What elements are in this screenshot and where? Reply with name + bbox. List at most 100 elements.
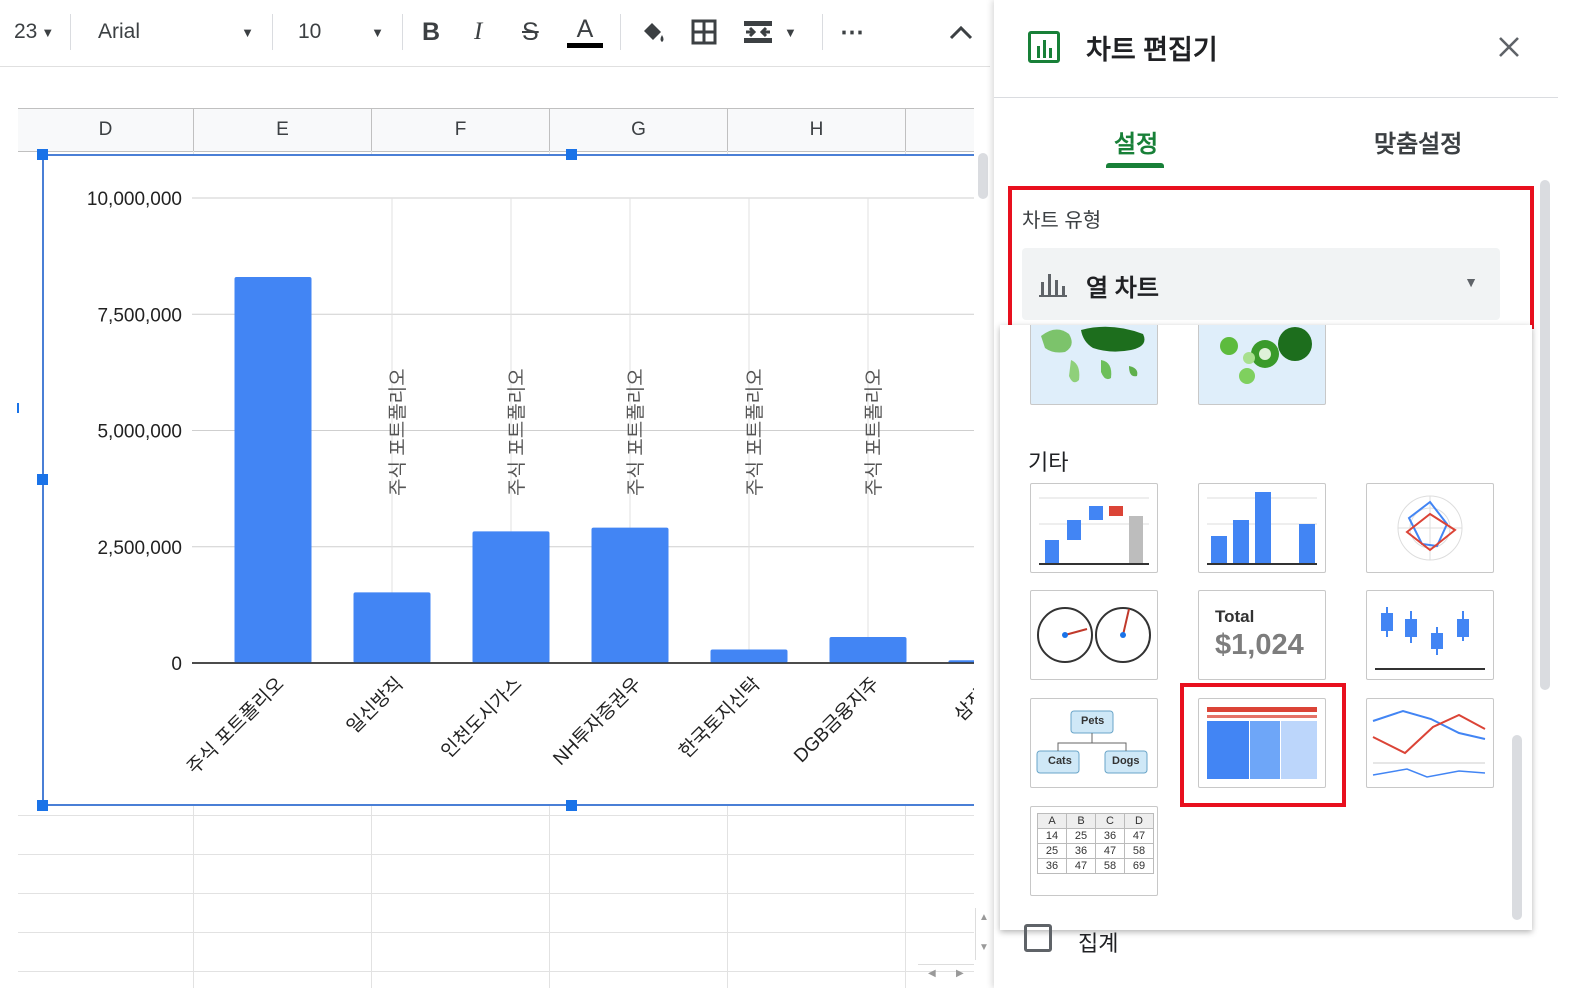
divider (402, 14, 403, 50)
fill-color-button[interactable] (638, 10, 668, 54)
column-header-f[interactable]: F (372, 109, 550, 151)
aggregate-label: 집계 (1078, 931, 1119, 956)
table-cell: 36 (1066, 843, 1096, 859)
org-chart-option[interactable]: Pets Cats Dogs (1030, 698, 1158, 788)
resize-handle[interactable] (37, 800, 48, 811)
divider (822, 14, 823, 50)
column-header-i[interactable] (906, 109, 974, 151)
resize-handle[interactable] (566, 149, 577, 160)
table-cell: 47 (1124, 828, 1154, 844)
waterfall-chart-icon (1039, 497, 1149, 565)
chevron-down-icon: ▼ (371, 24, 384, 40)
table-chart-option[interactable]: A B C D 14 25 36 47 25 36 47 58 36 47 58… (1030, 806, 1158, 896)
active-tab-indicator (1106, 163, 1164, 168)
table-cell: 47 (1095, 843, 1125, 859)
strikethrough-button[interactable]: S (522, 10, 539, 54)
scroll-up-icon[interactable]: ▲ (979, 912, 989, 923)
panel-scrollbar-thumb[interactable] (1540, 180, 1550, 690)
table-cell: 69 (1124, 858, 1154, 874)
candlestick-chart-icon (1375, 607, 1485, 670)
bar (472, 531, 550, 663)
table-cell: C (1095, 813, 1125, 829)
histogram-chart-option[interactable] (1198, 483, 1326, 573)
radar-chart-option[interactable] (1366, 483, 1494, 573)
font-family-dropdown[interactable]: Arial ▼ (98, 10, 258, 54)
y-tick-label: 2,500,000 (97, 538, 182, 559)
text-color-swatch (567, 42, 603, 48)
annotation-label: 주식 포트폴리오 (625, 368, 647, 496)
scroll-left-icon[interactable]: ◀ (928, 968, 936, 979)
scrollbar-thumb[interactable] (978, 153, 988, 199)
annotation-label: 주식 포트폴리오 (863, 368, 885, 496)
divider (994, 97, 1558, 98)
table-cell: 47 (1066, 858, 1096, 874)
gauge-chart-option[interactable] (1030, 590, 1158, 680)
italic-button[interactable]: I (474, 10, 482, 54)
bold-button[interactable]: B (422, 10, 440, 54)
column-chart[interactable]: 10,000,000 7,500,000 5,000,000 2,500,000 0 주식… (42, 154, 974, 806)
borders-icon (691, 19, 717, 45)
tab-setup[interactable]: 설정 (1114, 124, 1158, 159)
row-marker (17, 403, 19, 413)
x-tick-label: 일신방직 (343, 673, 408, 738)
menu-scrollbar-thumb[interactable] (1512, 735, 1522, 920)
scroll-arrows: ▲ ▼ (975, 908, 991, 960)
timeline-chart-option[interactable] (1366, 698, 1494, 788)
org-chart-icon (1036, 710, 1148, 774)
divider (70, 14, 71, 50)
collapse-toolbar-button[interactable] (948, 10, 974, 54)
divider (272, 14, 273, 50)
scroll-right-icon[interactable]: ▶ (956, 968, 964, 979)
close-button[interactable] (1496, 34, 1522, 65)
highlight-box (1180, 683, 1346, 807)
number-format-dropdown[interactable]: 23 ▼ (14, 10, 54, 54)
y-tick-label: 10,000,000 (87, 189, 182, 210)
table-cell: 25 (1066, 828, 1096, 844)
x-tick-label: NH투자증권우 (549, 673, 646, 770)
strikethrough-icon: S (522, 17, 539, 46)
y-tick-label: 7,500,000 (97, 305, 182, 326)
column-header-h[interactable]: H (728, 109, 906, 151)
number-format-label: 23 (14, 20, 38, 43)
geo-chart-option[interactable] (1030, 325, 1158, 405)
bar (829, 636, 907, 663)
borders-button[interactable] (690, 10, 718, 54)
scroll-down-icon[interactable]: ▼ (979, 942, 989, 953)
geo-bubble-chart-option[interactable] (1198, 325, 1326, 405)
column-header-g[interactable]: G (550, 109, 728, 151)
resize-handle[interactable] (566, 800, 577, 811)
text-color-icon: A (576, 14, 594, 43)
grid-line (18, 854, 974, 855)
more-options-button[interactable]: ⋯ (840, 10, 864, 54)
org-node-label: Pets (1081, 715, 1105, 727)
x-tick-label: 주식 포트폴리오 (183, 673, 289, 779)
waterfall-chart-option[interactable] (1030, 483, 1158, 573)
grid-line (18, 893, 974, 894)
column-header-e[interactable]: E (194, 109, 372, 151)
chart-icon (1028, 31, 1060, 63)
table-preview: A B C D 14 25 36 47 25 36 47 58 36 47 58… (1037, 813, 1154, 874)
candlestick-chart-option[interactable] (1366, 590, 1494, 680)
font-family-label: Arial (98, 20, 141, 43)
org-node-label: Dogs (1112, 755, 1140, 767)
merge-cells-icon (744, 21, 772, 43)
y-tick-label: 0 (171, 654, 182, 675)
resize-handle[interactable] (37, 474, 48, 485)
merge-cells-button[interactable]: ▼ (742, 10, 797, 54)
resize-handle[interactable] (37, 149, 48, 160)
timeline-chart-icon (1372, 709, 1486, 778)
scorecard-value: $1,024 (1215, 629, 1304, 661)
font-size-dropdown[interactable]: 10 ▼ (298, 10, 388, 54)
table-cell: 58 (1095, 858, 1125, 874)
chart-type-menu: 기타 Total $1,024 Pets Cats Dogs A B C D 1… (1000, 325, 1532, 930)
scorecard-chart-option[interactable]: Total $1,024 (1198, 590, 1326, 680)
grid-line (18, 971, 974, 972)
aggregate-checkbox[interactable] (1024, 924, 1052, 952)
tab-customize[interactable]: 맞춤설정 (1374, 124, 1462, 159)
column-header-d[interactable]: D (18, 109, 194, 151)
horizontal-scroll-arrows: ◀ ▶ (918, 964, 974, 985)
vertical-scrollbar[interactable] (975, 151, 990, 911)
scorecard-label: Total (1215, 607, 1255, 626)
text-color-button[interactable]: A (566, 10, 604, 54)
bold-icon: B (422, 17, 441, 46)
